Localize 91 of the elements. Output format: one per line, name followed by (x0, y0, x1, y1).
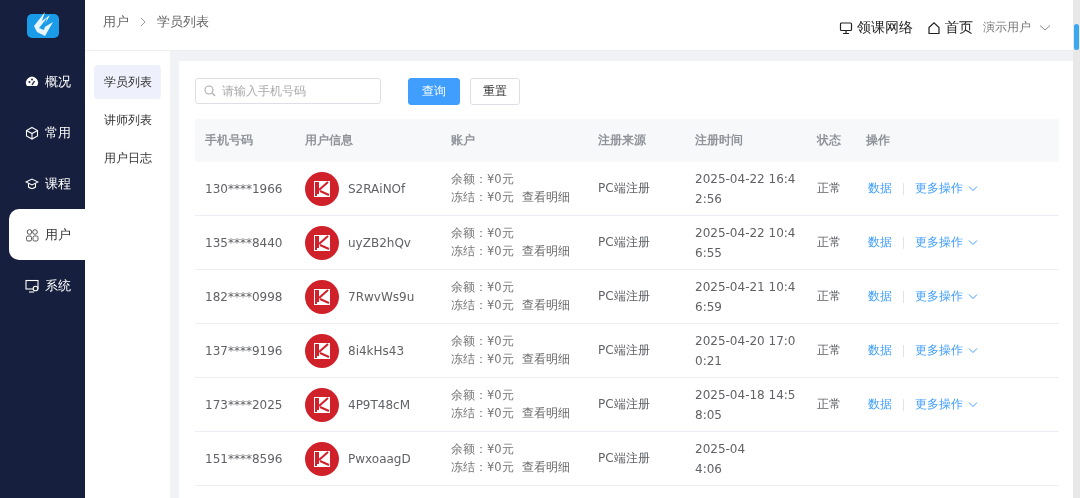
monitor-gear-icon (25, 278, 39, 293)
phone-number: 173****2025 (205, 397, 283, 412)
nav-item[interactable]: 常用 (0, 107, 85, 158)
site-link[interactable]: 领课网络 (839, 18, 913, 37)
frozen-text: 冻结：¥0元 (451, 406, 514, 421)
registration-time: 2025-04-20 17:0 0:21 (695, 332, 797, 370)
home-link[interactable]: 首页 (927, 18, 973, 37)
registration-time: 2025-04-22 10:4 6:55 (695, 224, 797, 262)
balance-text: 余额：¥0元 (451, 172, 515, 187)
nav-item[interactable]: 概况 (0, 56, 85, 107)
avatar-logo-icon (305, 225, 339, 260)
users-icon (25, 227, 39, 242)
phone-number: 151****8596 (205, 451, 283, 466)
user-nickname: 4P9T48cM (348, 397, 411, 412)
home-icon (927, 20, 941, 35)
graduation-cap-icon (25, 176, 39, 191)
submenu-item[interactable]: 用户日志 (94, 141, 161, 175)
frozen-text: 冻结：¥0元 (451, 244, 514, 259)
registration-source: PC端注册 (598, 343, 650, 357)
user-nickname: 7RwvWs9u (348, 289, 415, 304)
status-text: 正常 (817, 235, 841, 249)
avatar-logo-icon (305, 279, 339, 314)
breadcrumb-item[interactable]: 用户 (103, 13, 129, 31)
chevron-down-icon (968, 239, 978, 246)
search-field[interactable]: 请输入手机号码 (195, 78, 381, 104)
balance-text: 余额：¥0元 (451, 334, 515, 349)
user-menu[interactable]: 演示用户 (983, 19, 1051, 36)
column-header: 注册来源 (597, 132, 647, 149)
balance-text: 余额：¥0元 (451, 388, 515, 403)
frozen-text: 冻结：¥0元 (451, 190, 514, 205)
user-nickname: 8i4kHs43 (348, 343, 405, 358)
avatar-logo-icon (305, 171, 339, 206)
registration-time: 2025-04 4:06 (695, 440, 747, 478)
chevron-down-icon (1039, 23, 1051, 32)
phone-number: 135****8440 (205, 235, 283, 250)
chevron-down-icon (968, 293, 978, 300)
detail-link[interactable]: 查看明细 (521, 352, 570, 367)
chevron-down-icon (968, 401, 978, 408)
status-text: 正常 (817, 343, 841, 357)
detail-link[interactable]: 查看明细 (521, 460, 570, 475)
chevron-down-icon (968, 347, 978, 354)
frozen-text: 冻结：¥0元 (451, 352, 514, 367)
avatar-logo-icon (305, 333, 339, 368)
column-header: 用户信息 (304, 132, 354, 149)
phone-number: 182****0998 (205, 289, 283, 304)
status-text: 正常 (817, 397, 841, 411)
balance-text: 余额：¥0元 (451, 280, 515, 295)
user-nickname: uyZB2hQv (348, 235, 411, 250)
submenu-item[interactable]: 学员列表 (94, 65, 161, 99)
frozen-text: 冻结：¥0元 (451, 298, 514, 313)
column-header: 手机号码 (204, 132, 254, 149)
detail-link[interactable]: 查看明细 (521, 406, 570, 421)
submenu-item[interactable]: 讲师列表 (94, 103, 161, 137)
cube-icon (25, 125, 39, 140)
user-nickname: S2RAiNOf (348, 181, 406, 196)
search-icon (204, 85, 216, 97)
nav-item[interactable]: 用户 (9, 209, 85, 260)
detail-link[interactable]: 查看明细 (521, 298, 570, 313)
chevron-right-icon (139, 17, 147, 27)
registration-source: PC端注册 (598, 289, 650, 303)
nav-item[interactable]: 课程 (0, 158, 85, 209)
frozen-text: 冻结：¥0元 (451, 460, 514, 475)
detail-link[interactable]: 查看明细 (521, 244, 570, 259)
registration-source: PC端注册 (598, 235, 650, 249)
scrollbar-thumb[interactable] (1074, 24, 1079, 50)
chevron-down-icon (968, 185, 978, 192)
monitor-icon (839, 20, 853, 35)
breadcrumb-item: 学员列表 (157, 13, 209, 31)
column-header: 状态 (815, 132, 842, 149)
status-text: 正常 (817, 289, 841, 303)
registration-time: 2025-04-21 10:4 6:59 (695, 278, 797, 316)
registration-time: 2025-04-22 16:4 2:56 (695, 170, 797, 208)
column-header: 账户 (450, 132, 476, 149)
avatar-logo-icon (305, 387, 339, 422)
balance-text: 余额：¥0元 (451, 442, 515, 457)
registration-source: PC端注册 (598, 181, 650, 195)
registration-time: 2025-04-18 14:5 8:05 (695, 386, 797, 424)
phone-number: 130****1966 (205, 181, 283, 196)
user-nickname: PwxoaagD (348, 451, 411, 466)
avatar-logo-icon (305, 441, 339, 476)
phone-number: 137****9196 (205, 343, 283, 358)
detail-link[interactable]: 查看明细 (521, 190, 570, 205)
nav-item[interactable]: 系统 (0, 260, 85, 311)
gauge-icon (25, 74, 39, 89)
registration-source: PC端注册 (598, 451, 650, 465)
column-header: 注册时间 (694, 132, 744, 149)
status-text: 正常 (817, 181, 841, 195)
column-header: 操作 (865, 132, 891, 149)
registration-source: PC端注册 (598, 397, 650, 411)
reset-button[interactable]: 重置 (470, 77, 520, 105)
balance-text: 余额：¥0元 (451, 226, 515, 241)
